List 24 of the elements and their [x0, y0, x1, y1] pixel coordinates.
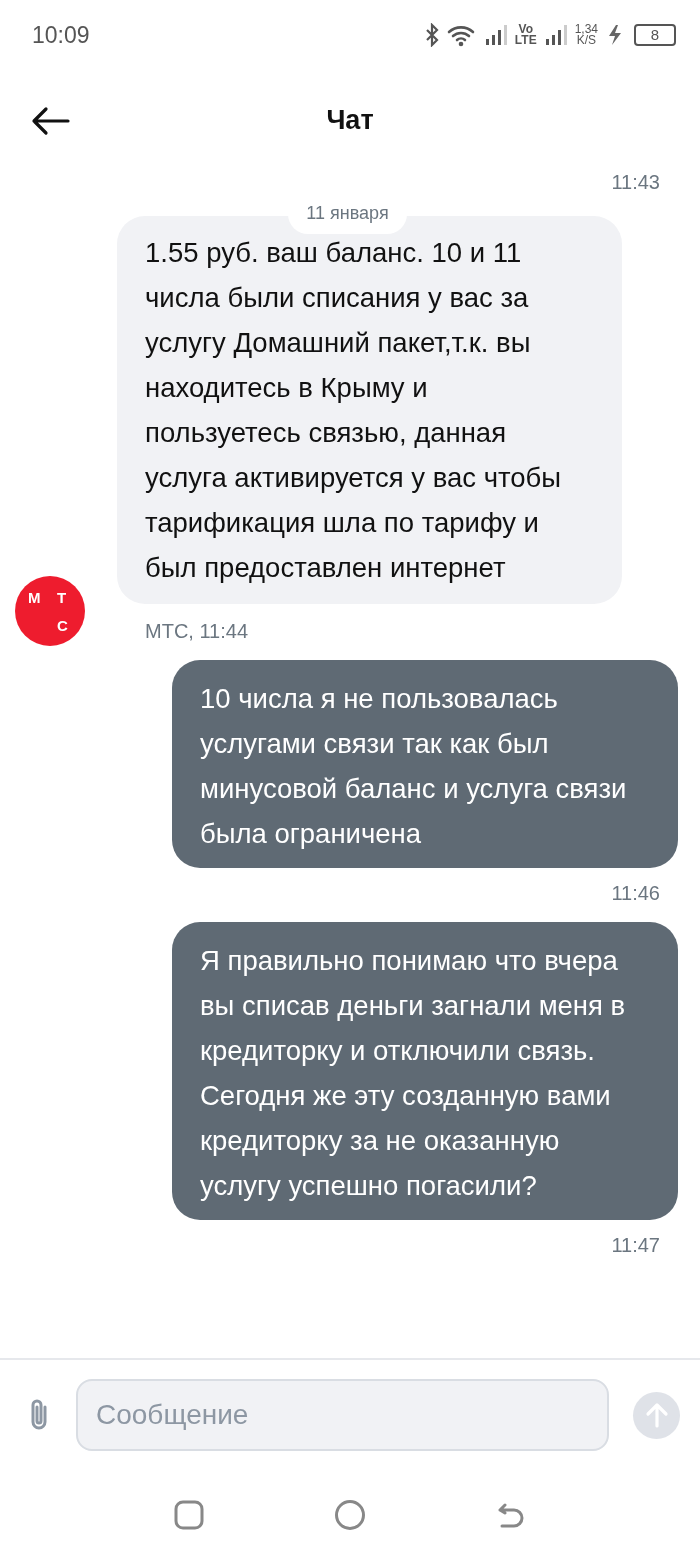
message-time: 11:47 [611, 1234, 660, 1256]
status-time: 10:09 [32, 20, 90, 50]
up-arrow-icon [644, 1402, 669, 1428]
message-sender-time: МТС, 11:44 [145, 619, 248, 644]
message-time: 11:46 [611, 882, 660, 904]
message-bubble: Я правильно понимаю что вчера вы списав деньги загнали меня в кредиторку и отключили связь. Сегодня же эту созданную вами кредиторку за не оказанную услугу успешно погасили? [172, 922, 678, 1220]
message-input[interactable]: Сообщение [76, 1379, 609, 1451]
avatar: М Т С [15, 576, 85, 646]
home-button[interactable] [334, 1498, 366, 1531]
battery-indicator: 8 [634, 24, 676, 46]
bluetooth-icon [424, 23, 439, 47]
recents-button[interactable] [174, 1499, 204, 1530]
back-arrow-icon [30, 106, 70, 136]
back-button[interactable] [30, 106, 70, 136]
message-time: 11:43 [611, 171, 660, 193]
message-bubble: 10 числа я не пользовалась услугами связи так как был минусовой баланс и услуга связи была ограничена [172, 660, 678, 868]
volte-label: Vo [518, 24, 533, 35]
network-speed: 1,34 [574, 24, 598, 35]
chat-title: Чат [326, 103, 374, 137]
signal-icon [544, 24, 567, 46]
signal-icon [484, 24, 507, 46]
lte-label: LTE [514, 35, 537, 46]
wifi-icon [446, 23, 477, 47]
speed-unit: K/S [576, 35, 596, 46]
